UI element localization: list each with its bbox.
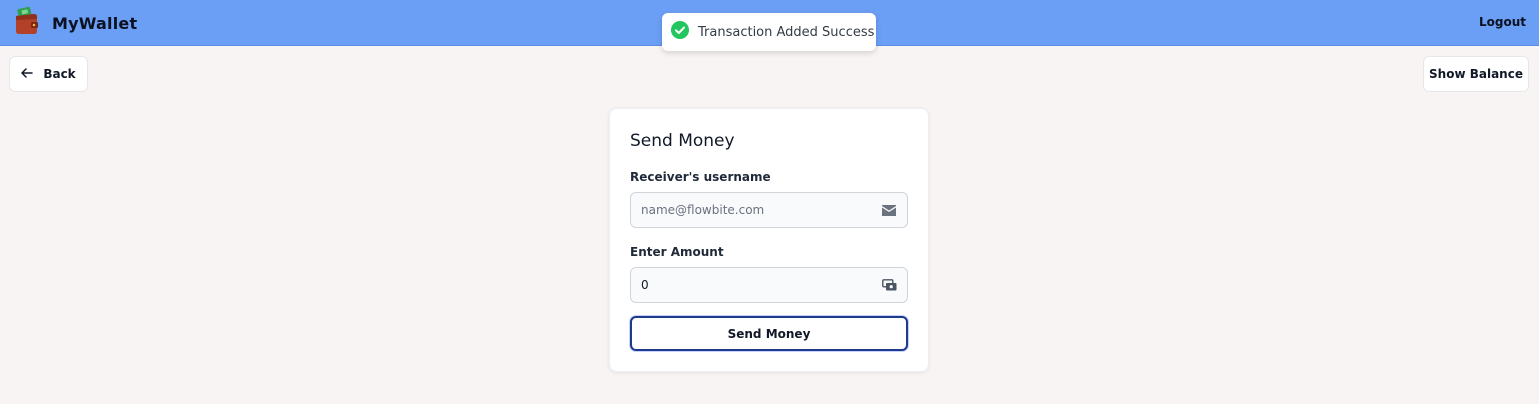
app-title: MyWallet bbox=[52, 13, 138, 33]
check-circle-icon bbox=[671, 20, 689, 44]
amount-field bbox=[630, 267, 908, 303]
amount-input[interactable] bbox=[631, 268, 871, 302]
logout-button[interactable]: Logout bbox=[1479, 15, 1526, 29]
send-money-card: Send Money Receiver's username Enter Amo… bbox=[609, 108, 929, 372]
brand[interactable]: MyWallet bbox=[14, 6, 138, 40]
card-title: Send Money bbox=[630, 131, 735, 151]
amount-label: Enter Amount bbox=[630, 245, 724, 259]
arrow-left-icon bbox=[21, 67, 34, 81]
toast-message: Transaction Added Success bbox=[698, 24, 875, 40]
money-icon bbox=[881, 278, 897, 292]
back-label: Back bbox=[43, 67, 76, 81]
send-money-button[interactable]: Send Money bbox=[630, 316, 908, 351]
success-toast: Transaction Added Success bbox=[662, 13, 876, 51]
receiver-username-input[interactable] bbox=[631, 193, 871, 227]
back-button[interactable]: Back bbox=[9, 56, 88, 92]
wallet-icon bbox=[14, 6, 40, 40]
show-balance-button[interactable]: Show Balance bbox=[1423, 56, 1529, 92]
receiver-label: Receiver's username bbox=[630, 170, 771, 184]
receiver-field bbox=[630, 192, 908, 228]
envelope-icon bbox=[881, 203, 897, 217]
